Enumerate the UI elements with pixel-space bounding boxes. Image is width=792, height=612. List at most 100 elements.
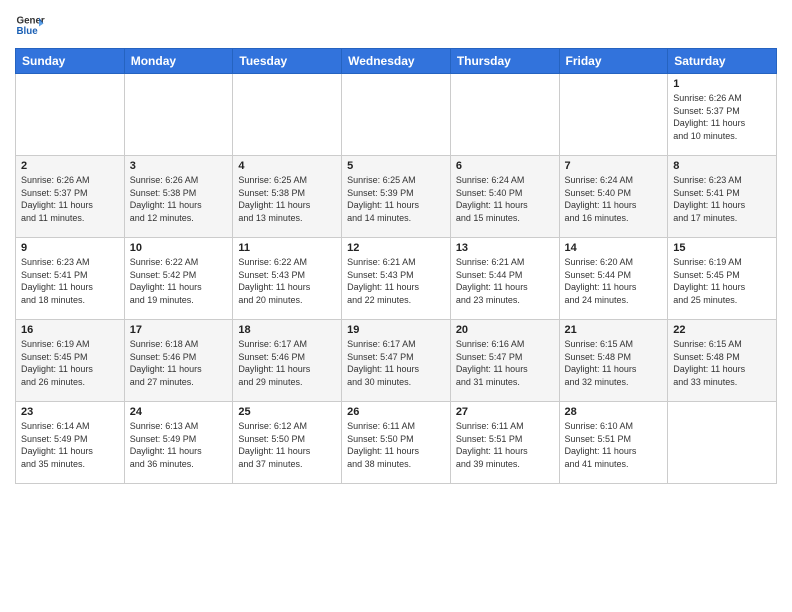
day-info: Sunrise: 6:22 AM Sunset: 5:42 PM Dayligh…: [130, 256, 228, 306]
day-info: Sunrise: 6:11 AM Sunset: 5:51 PM Dayligh…: [456, 420, 554, 470]
calendar-cell: [450, 74, 559, 156]
weekday-header-tuesday: Tuesday: [233, 49, 342, 74]
calendar-cell: 15 Sunrise: 6:19 AM Sunset: 5:45 PM Dayli…: [668, 238, 777, 320]
calendar-cell: 7Sunrise: 6:24 AM Sunset: 5:40 PM Daylig…: [559, 156, 668, 238]
day-info: Sunrise: 6:11 AM Sunset: 5:50 PM Dayligh…: [347, 420, 445, 470]
day-info: Sunrise: 6:26 AM Sunset: 5:38 PM Dayligh…: [130, 174, 228, 224]
calendar-cell: 2Sunrise: 6:26 AM Sunset: 5:37 PM Daylig…: [16, 156, 125, 238]
calendar-cell: 12 Sunrise: 6:21 AM Sunset: 5:43 PM Dayli…: [342, 238, 451, 320]
day-number: 11: [238, 242, 336, 254]
day-info: Sunrise: 6:17 AM Sunset: 5:47 PM Dayligh…: [347, 338, 445, 388]
day-number: 13: [456, 242, 554, 254]
day-info: Sunrise: 6:15 AM Sunset: 5:48 PM Dayligh…: [673, 338, 771, 388]
day-number: 19: [347, 324, 445, 336]
day-number: 5: [347, 160, 445, 172]
weekday-header-friday: Friday: [559, 49, 668, 74]
day-info: Sunrise: 6:14 AM Sunset: 5:49 PM Dayligh…: [21, 420, 119, 470]
calendar-cell: 20 Sunrise: 6:16 AM Sunset: 5:47 PM Dayli…: [450, 320, 559, 402]
day-info: Sunrise: 6:26 AM Sunset: 5:37 PM Dayligh…: [21, 174, 119, 224]
calendar-cell: 4 Sunrise: 6:25 AM Sunset: 5:38 PM Daylig…: [233, 156, 342, 238]
calendar-cell: 24Sunrise: 6:13 AM Sunset: 5:49 PM Dayli…: [124, 402, 233, 484]
day-number: 20: [456, 324, 554, 336]
calendar-cell: 26 Sunrise: 6:11 AM Sunset: 5:50 PM Dayli…: [342, 402, 451, 484]
calendar-week-3: 16 Sunrise: 6:19 AM Sunset: 5:45 PM Dayli…: [16, 320, 777, 402]
day-info: Sunrise: 6:24 AM Sunset: 5:40 PM Dayligh…: [456, 174, 554, 224]
day-number: 15: [673, 242, 771, 254]
calendar-cell: [124, 74, 233, 156]
calendar-cell: [233, 74, 342, 156]
page: General Blue SundayMondayTuesdayWednesda…: [0, 0, 792, 612]
svg-text:Blue: Blue: [17, 26, 39, 37]
day-number: 4: [238, 160, 336, 172]
calendar-cell: 13 Sunrise: 6:21 AM Sunset: 5:44 PM Dayli…: [450, 238, 559, 320]
calendar-cell: 27 Sunrise: 6:11 AM Sunset: 5:51 PM Dayli…: [450, 402, 559, 484]
calendar-cell: [342, 74, 451, 156]
logo: General Blue: [15, 10, 45, 40]
day-info: Sunrise: 6:22 AM Sunset: 5:43 PM Dayligh…: [238, 256, 336, 306]
day-info: Sunrise: 6:24 AM Sunset: 5:40 PM Dayligh…: [565, 174, 663, 224]
calendar-cell: 16 Sunrise: 6:19 AM Sunset: 5:45 PM Dayli…: [16, 320, 125, 402]
calendar-cell: 25 Sunrise: 6:12 AM Sunset: 5:50 PM Dayli…: [233, 402, 342, 484]
day-number: 3: [130, 160, 228, 172]
calendar-cell: 5 Sunrise: 6:25 AM Sunset: 5:39 PM Daylig…: [342, 156, 451, 238]
calendar-cell: [16, 74, 125, 156]
weekday-header-saturday: Saturday: [668, 49, 777, 74]
weekday-header-thursday: Thursday: [450, 49, 559, 74]
day-number: 25: [238, 406, 336, 418]
day-info: Sunrise: 6:16 AM Sunset: 5:47 PM Dayligh…: [456, 338, 554, 388]
day-number: 12: [347, 242, 445, 254]
weekday-header-monday: Monday: [124, 49, 233, 74]
calendar-cell: [668, 402, 777, 484]
day-info: Sunrise: 6:25 AM Sunset: 5:39 PM Dayligh…: [347, 174, 445, 224]
calendar-cell: 9 Sunrise: 6:23 AM Sunset: 5:41 PM Daylig…: [16, 238, 125, 320]
calendar-cell: 3 Sunrise: 6:26 AM Sunset: 5:38 PM Daylig…: [124, 156, 233, 238]
day-info: Sunrise: 6:13 AM Sunset: 5:49 PM Dayligh…: [130, 420, 228, 470]
calendar-cell: 19 Sunrise: 6:17 AM Sunset: 5:47 PM Dayli…: [342, 320, 451, 402]
day-info: Sunrise: 6:19 AM Sunset: 5:45 PM Dayligh…: [673, 256, 771, 306]
day-info: Sunrise: 6:20 AM Sunset: 5:44 PM Dayligh…: [565, 256, 663, 306]
day-number: 26: [347, 406, 445, 418]
day-number: 14: [565, 242, 663, 254]
day-number: 28: [565, 406, 663, 418]
weekday-header-sunday: Sunday: [16, 49, 125, 74]
calendar-cell: 6 Sunrise: 6:24 AM Sunset: 5:40 PM Daylig…: [450, 156, 559, 238]
day-number: 1: [673, 78, 771, 90]
day-number: 23: [21, 406, 119, 418]
day-number: 22: [673, 324, 771, 336]
day-info: Sunrise: 6:23 AM Sunset: 5:41 PM Dayligh…: [21, 256, 119, 306]
calendar-cell: 17 Sunrise: 6:18 AM Sunset: 5:46 PM Dayli…: [124, 320, 233, 402]
calendar-cell: 1 Sunrise: 6:26 AM Sunset: 5:37 PM Daylig…: [668, 74, 777, 156]
logo-icon: General Blue: [15, 10, 45, 40]
day-info: Sunrise: 6:21 AM Sunset: 5:44 PM Dayligh…: [456, 256, 554, 306]
day-number: 27: [456, 406, 554, 418]
calendar-week-2: 9 Sunrise: 6:23 AM Sunset: 5:41 PM Daylig…: [16, 238, 777, 320]
calendar-cell: 10 Sunrise: 6:22 AM Sunset: 5:42 PM Dayli…: [124, 238, 233, 320]
day-number: 6: [456, 160, 554, 172]
calendar-cell: [559, 74, 668, 156]
day-number: 17: [130, 324, 228, 336]
calendar-cell: 11 Sunrise: 6:22 AM Sunset: 5:43 PM Dayli…: [233, 238, 342, 320]
day-number: 16: [21, 324, 119, 336]
weekday-header-row: SundayMondayTuesdayWednesdayThursdayFrid…: [16, 49, 777, 74]
calendar-cell: 28Sunrise: 6:10 AM Sunset: 5:51 PM Dayli…: [559, 402, 668, 484]
day-number: 9: [21, 242, 119, 254]
day-info: Sunrise: 6:15 AM Sunset: 5:48 PM Dayligh…: [565, 338, 663, 388]
day-info: Sunrise: 6:23 AM Sunset: 5:41 PM Dayligh…: [673, 174, 771, 224]
calendar-cell: 14 Sunrise: 6:20 AM Sunset: 5:44 PM Dayli…: [559, 238, 668, 320]
day-info: Sunrise: 6:12 AM Sunset: 5:50 PM Dayligh…: [238, 420, 336, 470]
calendar-cell: 8 Sunrise: 6:23 AM Sunset: 5:41 PM Daylig…: [668, 156, 777, 238]
weekday-header-wednesday: Wednesday: [342, 49, 451, 74]
day-info: Sunrise: 6:26 AM Sunset: 5:37 PM Dayligh…: [673, 92, 771, 142]
calendar-week-0: 1 Sunrise: 6:26 AM Sunset: 5:37 PM Daylig…: [16, 74, 777, 156]
day-info: Sunrise: 6:17 AM Sunset: 5:46 PM Dayligh…: [238, 338, 336, 388]
day-number: 8: [673, 160, 771, 172]
day-info: Sunrise: 6:19 AM Sunset: 5:45 PM Dayligh…: [21, 338, 119, 388]
header: General Blue: [15, 10, 777, 40]
day-number: 18: [238, 324, 336, 336]
calendar-table: SundayMondayTuesdayWednesdayThursdayFrid…: [15, 48, 777, 484]
calendar-cell: 23 Sunrise: 6:14 AM Sunset: 5:49 PM Dayli…: [16, 402, 125, 484]
day-number: 10: [130, 242, 228, 254]
day-info: Sunrise: 6:25 AM Sunset: 5:38 PM Dayligh…: [238, 174, 336, 224]
day-info: Sunrise: 6:21 AM Sunset: 5:43 PM Dayligh…: [347, 256, 445, 306]
day-info: Sunrise: 6:18 AM Sunset: 5:46 PM Dayligh…: [130, 338, 228, 388]
